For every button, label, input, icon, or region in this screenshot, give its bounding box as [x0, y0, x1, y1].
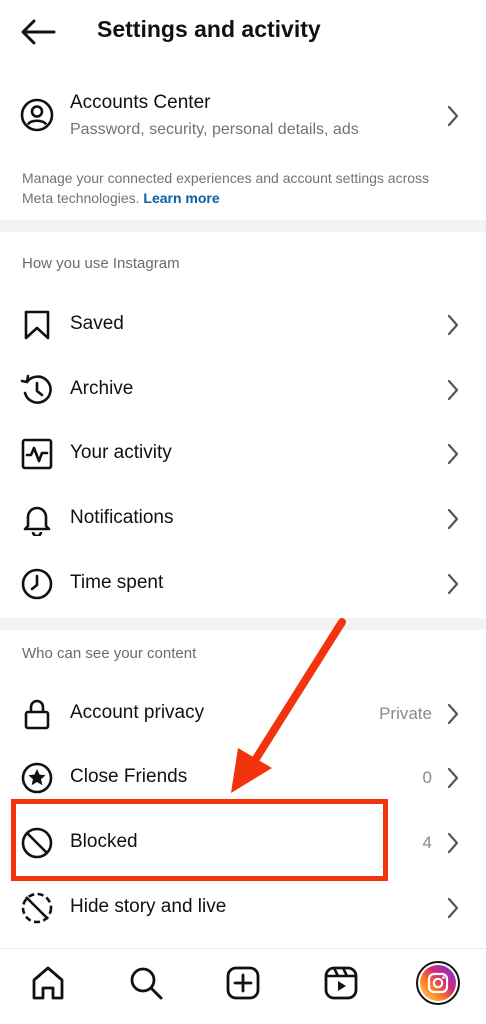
lock-icon	[24, 699, 50, 730]
profile-avatar[interactable]	[416, 961, 460, 1005]
section-divider	[0, 220, 486, 232]
accounts-center-item[interactable]: Accounts Center Password, security, pers…	[0, 80, 486, 154]
accounts-center-subtitle: Password, security, personal details, ad…	[70, 121, 359, 138]
star-circle-icon	[21, 762, 53, 794]
menu-item-your-activity[interactable]: Your activity	[0, 422, 486, 486]
close-friends-count: 0	[422, 768, 432, 787]
page-title: Settings and activity	[97, 16, 321, 42]
back-arrow-icon[interactable]	[20, 18, 56, 46]
chevron-right-icon	[447, 508, 459, 530]
section-divider	[0, 618, 486, 630]
create-icon[interactable]	[223, 963, 263, 1003]
section-heading-usage: How you use Instagram	[22, 255, 180, 272]
menu-item-time-spent[interactable]: Time spent	[0, 552, 486, 616]
blocked-count: 4	[422, 833, 432, 852]
menu-item-label: Hide story and live	[70, 896, 227, 917]
menu-item-account-privacy[interactable]: Account privacy Private	[0, 682, 486, 746]
section-heading-visibility: Who can see your content	[22, 645, 197, 662]
menu-item-saved[interactable]: Saved	[0, 293, 486, 357]
menu-item-label: Close Friends	[70, 766, 188, 787]
accounts-center-description: Manage your connected experiences and ac…	[22, 168, 462, 208]
chevron-right-icon	[447, 767, 459, 789]
chevron-right-icon	[447, 379, 459, 401]
menu-item-label: Archive	[70, 378, 134, 399]
bookmark-icon	[24, 310, 50, 340]
clock-icon	[21, 568, 53, 600]
menu-item-label: Notifications	[70, 507, 174, 528]
bottom-nav	[0, 948, 486, 1024]
menu-item-hide-story[interactable]: Hide story and live	[0, 876, 486, 940]
search-icon[interactable]	[126, 963, 166, 1003]
menu-item-notifications[interactable]: Notifications	[0, 487, 486, 551]
chevron-right-icon	[447, 703, 459, 725]
description-text: Manage your connected experiences and ac…	[22, 170, 430, 206]
home-icon[interactable]	[28, 963, 68, 1003]
privacy-value: Private	[379, 704, 432, 723]
learn-more-link[interactable]: Learn more	[143, 190, 219, 206]
chevron-right-icon	[447, 832, 459, 854]
blocked-highlight-box	[11, 799, 388, 881]
accounts-center-title: Accounts Center	[70, 92, 211, 113]
account-circle-icon	[20, 98, 54, 132]
chevron-right-icon	[447, 443, 459, 465]
menu-item-label: Saved	[70, 313, 124, 334]
reels-icon[interactable]	[321, 963, 361, 1003]
menu-item-label: Account privacy	[70, 702, 205, 723]
bell-icon	[23, 506, 51, 536]
menu-item-label: Your activity	[70, 442, 172, 463]
chevron-right-icon	[447, 105, 459, 127]
menu-item-label: Time spent	[70, 572, 164, 593]
archive-icon	[20, 374, 52, 404]
menu-item-archive[interactable]: Archive	[0, 358, 486, 422]
chevron-right-icon	[447, 573, 459, 595]
chevron-right-icon	[447, 897, 459, 919]
header: Settings and activity	[0, 0, 486, 64]
hide-story-icon	[21, 892, 53, 924]
activity-icon	[21, 438, 53, 470]
chevron-right-icon	[447, 314, 459, 336]
